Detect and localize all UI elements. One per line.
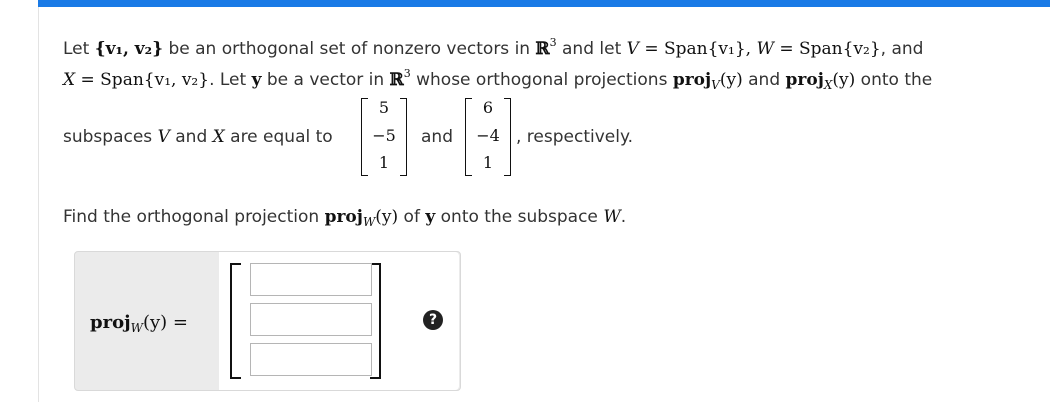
- vector-entry: 5: [378, 98, 390, 117]
- content-left-border: [38, 7, 39, 402]
- respectively-label: , respectively.: [516, 127, 634, 147]
- answer-label: projW(y) =: [90, 312, 188, 335]
- problem-line-3: subspaces V and X are equal to: [63, 127, 333, 147]
- problem-line-1: Let {v₁, v₂} be an orthogonal set of non…: [63, 36, 924, 59]
- projection-x-vector: 6 −4 1: [465, 98, 511, 176]
- top-accent-bar: [38, 0, 1050, 7]
- answer-box: projW(y) = ?: [74, 251, 461, 391]
- vector-entry: 1: [482, 153, 494, 172]
- and-label: and: [421, 127, 453, 147]
- vector-entry: 6: [482, 98, 494, 117]
- answer-input-2[interactable]: [250, 303, 372, 336]
- projection-v-vector: 5 −5 1: [361, 98, 407, 176]
- question-circle-icon[interactable]: ?: [423, 310, 443, 330]
- answer-input-3[interactable]: [250, 343, 372, 376]
- question-prompt: Find the orthogonal projection projW(y) …: [63, 207, 627, 229]
- answer-input-1[interactable]: [250, 263, 372, 296]
- vector-entry: −5: [372, 126, 396, 145]
- vector-entry: −4: [476, 126, 500, 145]
- vector-entry: 1: [378, 153, 390, 172]
- problem-line-2: X = Span{v₁, v₂}. Let y be a vector in ℝ…: [63, 67, 933, 92]
- matrix-left-bracket: [230, 263, 241, 379]
